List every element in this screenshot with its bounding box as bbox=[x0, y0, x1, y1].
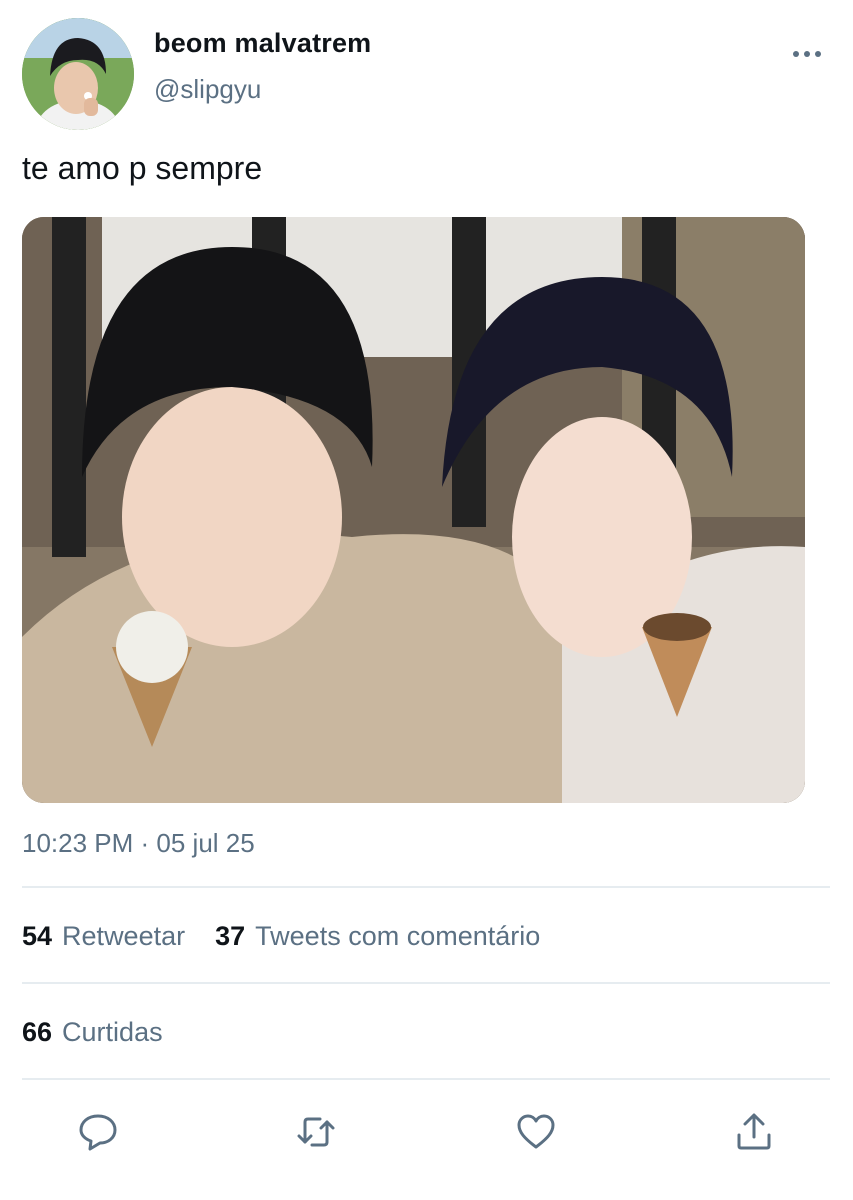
display-name[interactable]: beom malvatrem bbox=[154, 28, 371, 59]
likes-stat[interactable]: 66 Curtidas bbox=[22, 1017, 163, 1048]
quote-tweets-label: Tweets com comentário bbox=[255, 921, 541, 951]
more-options-icon[interactable] bbox=[790, 42, 824, 66]
likes-count: 66 bbox=[22, 1017, 53, 1047]
reply-icon[interactable] bbox=[76, 1110, 120, 1154]
avatar[interactable] bbox=[22, 18, 134, 130]
retweet-icon[interactable] bbox=[294, 1110, 338, 1154]
likes-label: Curtidas bbox=[62, 1017, 163, 1047]
heart-icon[interactable] bbox=[514, 1110, 558, 1154]
tweet-timestamp[interactable]: 10:23 PM · 05 jul 25 bbox=[22, 828, 255, 859]
avatar-photo bbox=[22, 18, 134, 130]
divider bbox=[22, 982, 830, 984]
retweets-count: 54 bbox=[22, 921, 53, 951]
user-handle[interactable]: @slipgyu bbox=[154, 74, 261, 105]
tweet-text: te amo p sempre bbox=[22, 150, 263, 186]
quote-tweets-count: 37 bbox=[215, 921, 246, 951]
divider bbox=[22, 1078, 830, 1080]
retweets-stat[interactable]: 54 Retweetar bbox=[22, 921, 185, 952]
quote-tweets-stat[interactable]: 37 Tweets com comentário bbox=[215, 921, 540, 952]
divider bbox=[22, 886, 830, 888]
tweet-action-bar bbox=[22, 1104, 830, 1160]
engagement-stats: 54 Retweetar 37 Tweets com comentário bbox=[22, 921, 540, 952]
tweet-media-photo[interactable] bbox=[22, 217, 805, 803]
retweets-label: Retweetar bbox=[62, 921, 186, 951]
photo-illustration bbox=[22, 217, 805, 803]
share-icon[interactable] bbox=[732, 1110, 776, 1154]
likes-stats: 66 Curtidas bbox=[22, 1017, 163, 1048]
